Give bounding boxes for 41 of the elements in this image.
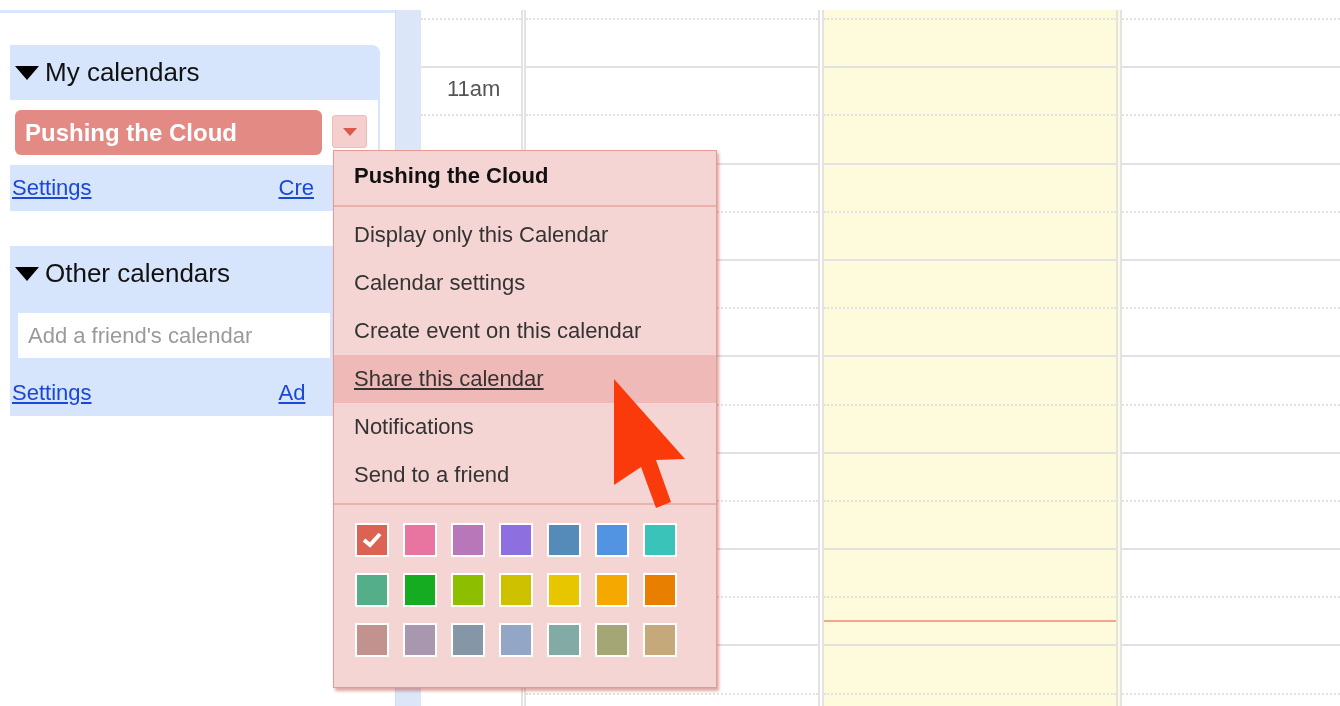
menu-item[interactable]: Share this calendar: [334, 355, 716, 403]
color-swatch[interactable]: [499, 623, 533, 657]
color-swatch[interactable]: [451, 573, 485, 607]
color-swatch[interactable]: [547, 573, 581, 607]
color-swatch[interactable]: [643, 523, 677, 557]
menu-item[interactable]: Notifications: [334, 403, 716, 451]
color-swatch[interactable]: [355, 623, 389, 657]
color-swatch[interactable]: [403, 573, 437, 607]
dropdown-button[interactable]: [332, 115, 367, 148]
link[interactable]: Cre: [278, 175, 314, 201]
caret-icon: [342, 127, 357, 136]
menu-item[interactable]: Display only this Calendar: [334, 211, 716, 259]
color-swatch[interactable]: [451, 623, 485, 657]
color-swatch[interactable]: [643, 573, 677, 607]
color-swatch[interactable]: [643, 623, 677, 657]
section-title: Other calendars: [45, 258, 230, 289]
link[interactable]: Settings: [12, 380, 92, 406]
color-swatch[interactable]: [595, 623, 629, 657]
section-title: My calendars: [45, 57, 200, 88]
color-swatch[interactable]: [499, 573, 533, 607]
color-swatch[interactable]: [595, 523, 629, 557]
color-swatch[interactable]: [355, 573, 389, 607]
color-swatch[interactable]: [547, 523, 581, 557]
color-swatch[interactable]: [595, 573, 629, 607]
collapse-triangle-icon[interactable]: [15, 65, 39, 80]
link[interactable]: Settings: [12, 175, 92, 201]
color-swatch[interactable]: [355, 523, 389, 557]
menu-title: Pushing the Cloud: [354, 163, 549, 188]
time-label: 11am: [447, 76, 501, 102]
menu-item[interactable]: Create event on this calendar: [334, 307, 716, 355]
collapse-triangle-icon[interactable]: [15, 266, 39, 281]
color-swatch[interactable]: [547, 623, 581, 657]
check-icon: [362, 532, 382, 548]
color-swatch[interactable]: [451, 523, 485, 557]
color-swatch[interactable]: [403, 523, 437, 557]
color-swatch[interactable]: [403, 623, 437, 657]
link[interactable]: Ad: [278, 380, 306, 406]
menu-item[interactable]: Calendar settings: [334, 259, 716, 307]
menu-item[interactable]: Send to a friend: [334, 451, 716, 499]
color-swatch[interactable]: [499, 523, 533, 557]
input-field[interactable]: Add a friend's calendar: [18, 313, 330, 358]
